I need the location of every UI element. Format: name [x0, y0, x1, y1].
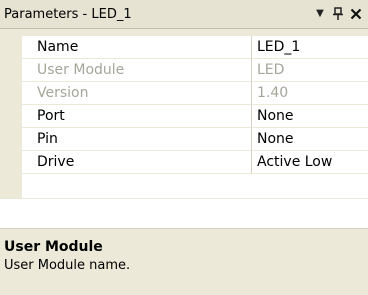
close-icon[interactable] [348, 5, 364, 23]
property-row-version[interactable]: Version 1.40 [0, 82, 368, 105]
pin-icon[interactable] [331, 5, 345, 23]
panel-title: Parameters - LED_1 [4, 7, 132, 22]
property-grid-empty-area [0, 198, 368, 229]
property-row-name[interactable]: Name LED_1 [0, 36, 368, 59]
property-label: Version [37, 85, 89, 101]
property-value[interactable]: None [257, 108, 294, 124]
property-label: Drive [37, 154, 75, 170]
description-text: User Module name. [4, 258, 131, 273]
property-value[interactable]: LED_1 [257, 39, 300, 55]
property-label: Pin [37, 131, 58, 147]
property-label: Port [37, 108, 65, 124]
dropdown-arrow-icon[interactable]: ▼ [313, 5, 327, 23]
parameters-panel: Parameters - LED_1 ▼ Name LED_1 User Mod… [0, 0, 368, 295]
property-row-user-module[interactable]: User Module LED [0, 59, 368, 82]
panel-titlebar: Parameters - LED_1 ▼ [0, 0, 368, 29]
property-label: User Module [37, 62, 125, 78]
property-label: Name [37, 39, 79, 55]
property-value: 1.40 [257, 85, 289, 101]
property-row-port[interactable]: Port None [0, 105, 368, 128]
property-value[interactable]: None [257, 131, 294, 147]
property-value: LED [257, 62, 285, 78]
property-row-pin[interactable]: Pin None [0, 128, 368, 151]
property-row-drive[interactable]: Drive Active Low [0, 151, 368, 174]
description-pane: User Module User Module name. [0, 232, 368, 295]
property-value[interactable]: Active Low [257, 154, 332, 170]
property-grid: Name LED_1 User Module LED Version 1.40 … [0, 36, 368, 229]
description-title: User Module [4, 239, 103, 255]
